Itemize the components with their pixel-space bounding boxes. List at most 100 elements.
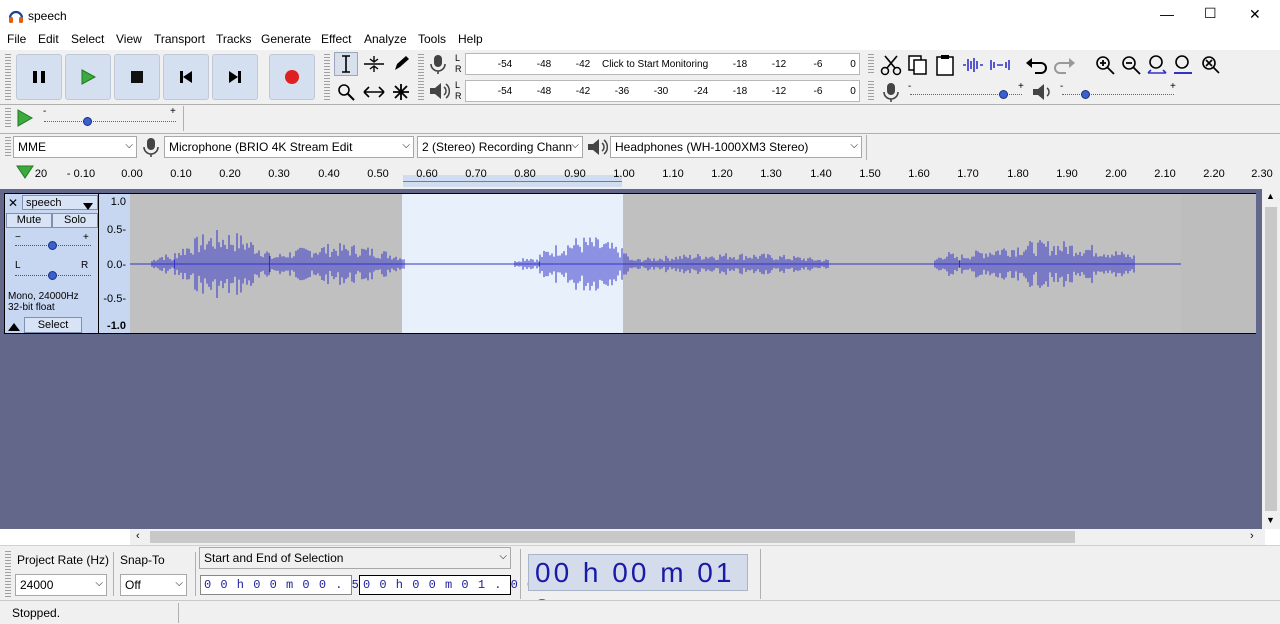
selection-grip[interactable] (5, 550, 11, 597)
recording-volume-slider[interactable] (999, 90, 1008, 99)
select-track-button[interactable]: Select (24, 317, 82, 333)
pause-button[interactable] (16, 54, 62, 100)
vertical-scrollbar[interactable]: ▲ ▼ (1262, 189, 1280, 529)
silence-audio-icon[interactable] (988, 56, 1012, 77)
zoom-tool[interactable] (334, 80, 358, 104)
selection-start-time[interactable]: 0 0 h 0 0 m 0 0 . 5 5 5 s (200, 575, 408, 595)
menu-select[interactable]: Select (71, 32, 104, 46)
menu-generate[interactable]: Generate (261, 32, 311, 46)
mixer-grip[interactable] (868, 80, 874, 102)
selection-tool[interactable] (334, 52, 358, 76)
envelope-tool[interactable] (362, 52, 386, 76)
skip-to-end-button[interactable] (212, 54, 258, 100)
menu-view[interactable]: View (116, 32, 142, 46)
tools-grip[interactable] (324, 53, 330, 101)
trim-audio-icon[interactable] (961, 56, 985, 77)
recording-device-select[interactable]: Microphone (BRIO 4K Stream Edit ⌵ (164, 136, 414, 158)
collapse-track-icon[interactable] (8, 320, 20, 334)
waveform-canvas[interactable] (130, 193, 1256, 334)
chevron-down-icon: ⌵ (850, 140, 858, 151)
play-button[interactable] (65, 54, 111, 100)
time-shift-tool[interactable] (362, 80, 386, 104)
skip-to-start-button[interactable] (163, 54, 209, 100)
ruler-tick: 1.30 (760, 168, 782, 180)
zoom-out-icon[interactable] (1120, 54, 1142, 79)
playback-device-select[interactable]: Headphones (WH-1000XM3 Stereo) ⌵ (610, 136, 862, 158)
device-grip[interactable] (5, 136, 11, 158)
gain-slider[interactable] (48, 241, 57, 250)
timeline-ruler[interactable]: 20 - 0.10 0.00 0.10 0.20 0.30 0.40 0.50 … (0, 160, 1280, 189)
record-meter-mic-icon[interactable] (429, 54, 447, 77)
maximize-button[interactable]: ☐ (1204, 5, 1217, 22)
menu-tracks[interactable]: Tracks (216, 32, 252, 46)
amplitude-tick: -0.5- (103, 293, 126, 305)
multi-tool[interactable] (389, 80, 413, 104)
track-format-info: Mono, 24000Hz (8, 291, 79, 302)
ruler-tick: 0.00 (121, 168, 143, 180)
selection-end-time[interactable]: 0 0 h 0 0 m 0 1 . 0 0 5 s (359, 575, 567, 595)
meter-tick: -6 (813, 59, 823, 70)
play-at-speed-grip[interactable] (5, 107, 11, 129)
click-to-start-monitoring[interactable]: Click to Start Monitoring (602, 59, 708, 70)
vertical-scroll-thumb[interactable] (1265, 207, 1277, 511)
menu-tools[interactable]: Tools (418, 32, 446, 46)
menu-analyze[interactable]: Analyze (364, 32, 407, 46)
scroll-left-icon[interactable]: ‹ (136, 530, 140, 542)
dropdown-triangle-icon (83, 199, 93, 213)
selection-mode-select[interactable]: Start and End of Selection ⌵ (199, 547, 511, 569)
draw-tool[interactable] (389, 52, 413, 76)
fit-selection-icon[interactable] (1146, 54, 1168, 79)
playback-speed-slider[interactable] (83, 117, 92, 126)
record-button[interactable] (269, 54, 315, 100)
horizontal-scrollbar[interactable]: ‹ › (130, 529, 1265, 545)
redo-icon[interactable] (1052, 55, 1076, 78)
recording-channels-select[interactable]: 2 (Stereo) Recording Chann ⌵ (417, 136, 583, 158)
zoom-in-icon[interactable] (1094, 54, 1116, 79)
track-name-menu[interactable]: speech (22, 195, 98, 210)
toolbar-grip[interactable] (5, 53, 11, 101)
pan-slider[interactable] (48, 271, 57, 280)
slider-min-mark: - (43, 106, 47, 117)
menu-help[interactable]: Help (458, 32, 483, 46)
copy-icon[interactable] (907, 54, 929, 79)
play-meter-speaker-icon[interactable] (428, 81, 451, 104)
audio-host-select[interactable]: MME ⌵ (13, 136, 137, 158)
pencil-icon (395, 56, 409, 70)
track-sample-format: 32-bit float (8, 302, 55, 313)
snap-to-select[interactable]: Off ⌵ (120, 574, 187, 596)
playback-meter[interactable]: -54 -48 -42 -36 -30 -24 -18 -12 -6 0 (465, 80, 860, 102)
edit-grip[interactable] (868, 53, 874, 75)
menu-file[interactable]: File (7, 32, 26, 46)
solo-button[interactable]: Solo (52, 213, 98, 228)
mute-button[interactable]: Mute (6, 213, 52, 228)
undo-icon[interactable] (1025, 55, 1049, 78)
play-icon (17, 109, 34, 127)
playback-volume-slider[interactable] (1081, 90, 1090, 99)
record-meter[interactable]: -54 -48 -42 Click to Start Monitoring -1… (465, 53, 860, 75)
ruler-tick: 2.20 (1203, 168, 1225, 180)
play-at-speed-button[interactable] (16, 109, 34, 130)
horizontal-scroll-thumb[interactable] (150, 531, 1075, 543)
menu-effect[interactable]: Effect (321, 32, 351, 46)
close-window-button[interactable]: ✕ (1249, 6, 1261, 23)
menu-transport[interactable]: Transport (154, 32, 205, 46)
fit-project-icon[interactable] (1172, 54, 1194, 79)
scroll-up-icon[interactable]: ▲ (1266, 191, 1275, 201)
zoom-toggle-icon[interactable] (1199, 54, 1221, 79)
scroll-right-icon[interactable]: › (1250, 530, 1254, 542)
meter-grip[interactable] (418, 53, 424, 101)
meter-tick: -48 (536, 59, 552, 70)
stop-button[interactable] (114, 54, 160, 100)
minimize-button[interactable]: — (1160, 6, 1174, 22)
project-rate-select[interactable]: 24000 ⌵ (15, 574, 107, 596)
track-control-panel[interactable]: ✕ speech Mute Solo − + L R Mono, 24000Hz… (4, 193, 99, 334)
cut-icon[interactable] (880, 54, 902, 79)
menu-edit[interactable]: Edit (38, 32, 59, 46)
timeline-options-icon[interactable] (16, 165, 34, 182)
scroll-down-icon[interactable]: ▼ (1266, 515, 1275, 525)
paste-icon[interactable] (934, 54, 956, 79)
close-track-button[interactable]: ✕ (8, 196, 18, 210)
time-display[interactable]: 00 h 00 m 01 s (528, 554, 748, 620)
skip-end-icon (229, 71, 241, 83)
meter-tick: -18 (732, 86, 748, 97)
